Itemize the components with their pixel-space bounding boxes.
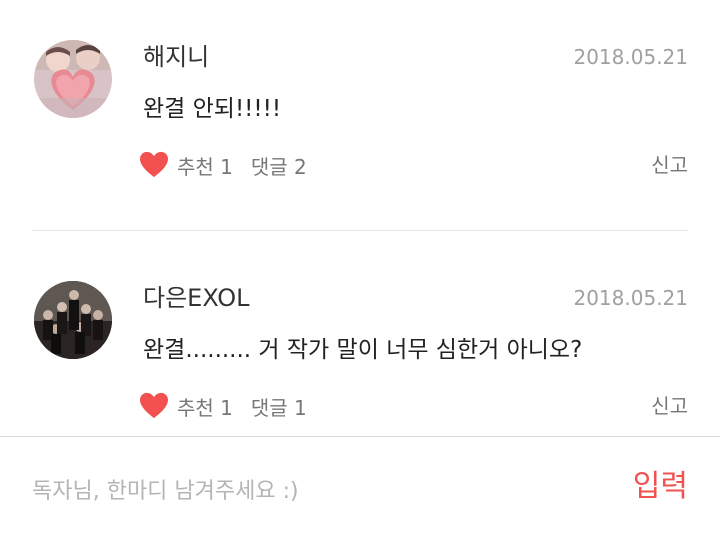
heart-icon[interactable] (139, 392, 169, 420)
comment-input-bar: 입력 (0, 436, 720, 540)
comment-date: 2018.05.21 (573, 286, 688, 310)
report-button[interactable]: 신고 (651, 392, 688, 420)
comment-screen: 해지니 2018.05.21 완결 안되!!!!! 추천 1 댓글 2 신고 다… (0, 0, 720, 540)
comment-author: 다은EXOL (143, 284, 250, 312)
report-button[interactable]: 신고 (651, 151, 688, 179)
like-count[interactable]: 추천 1 (177, 392, 233, 421)
avatar[interactable] (34, 281, 112, 359)
comment-item: 다은EXOL 2018.05.21 완결......... 거 작가 말이 너무… (0, 231, 720, 436)
comment-item: 해지니 2018.05.21 완결 안되!!!!! 추천 1 댓글 2 신고 (0, 0, 720, 230)
avatar[interactable] (34, 40, 112, 118)
submit-button[interactable]: 입력 (633, 467, 688, 507)
heart-icon[interactable] (139, 151, 169, 179)
comment-input[interactable] (32, 473, 572, 509)
comment-date: 2018.05.21 (573, 45, 688, 69)
comment-actions: 추천 1 댓글 1 (139, 391, 307, 421)
like-count[interactable]: 추천 1 (177, 151, 233, 180)
comment-author: 해지니 (143, 43, 210, 71)
comment-text: 완결......... 거 작가 말이 너무 심한거 아니오? (143, 337, 583, 363)
reply-count-button[interactable]: 댓글 2 (251, 151, 307, 180)
comment-actions: 추천 1 댓글 2 (139, 150, 307, 180)
comment-text: 완결 안되!!!!! (143, 96, 282, 122)
reply-count-button[interactable]: 댓글 1 (251, 392, 307, 421)
